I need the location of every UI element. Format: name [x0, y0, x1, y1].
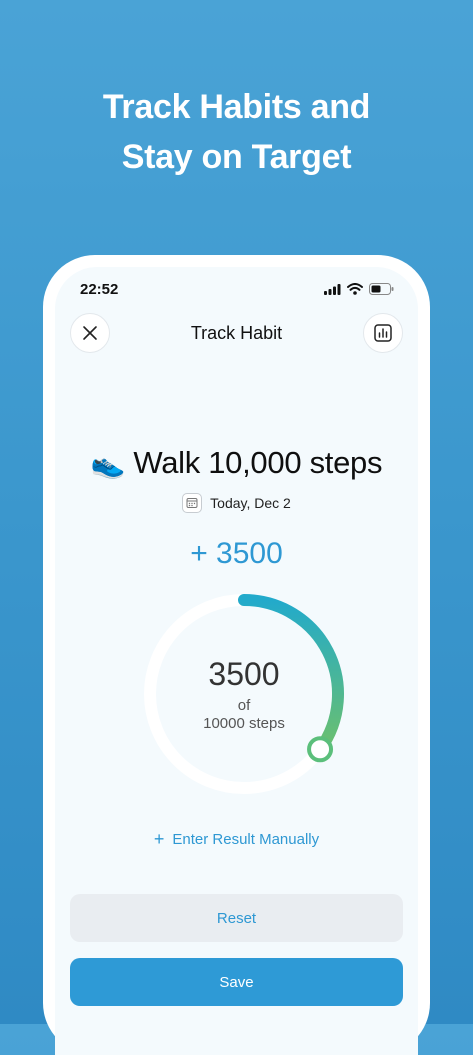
- stats-button[interactable]: [363, 313, 403, 353]
- date-selector[interactable]: Today, Dec 2: [55, 493, 418, 513]
- date-label: Today, Dec 2: [210, 495, 291, 511]
- headline-line-2: Stay on Target: [121, 138, 352, 176]
- status-bar: 22:52: [55, 267, 418, 307]
- calendar-icon: [182, 493, 203, 513]
- phone-frame: 22:52 Track Habit 👟 Walk 10,000 steps To…: [43, 255, 430, 1055]
- headline-line-1: Track Habits and: [102, 88, 371, 126]
- status-icons: [324, 283, 394, 295]
- progress-value: 3500: [208, 656, 280, 692]
- signal-icon: [324, 283, 341, 295]
- save-button[interactable]: Save: [70, 958, 403, 1006]
- plus-icon: +: [153, 829, 165, 849]
- habit-title: Walk 10,000 steps: [133, 445, 383, 480]
- progress-of-label: of: [237, 697, 251, 714]
- stats-chart-icon: [374, 324, 392, 342]
- enter-manually-label: Enter Result Manually: [172, 831, 320, 848]
- battery-icon: [369, 283, 394, 295]
- habit-title-row: 👟 Walk 10,000 steps: [55, 445, 418, 481]
- progress-ring[interactable]: 3500 of 10000 steps: [140, 590, 348, 798]
- app-screen: 22:52 Track Habit 👟 Walk 10,000 steps To…: [55, 267, 418, 1055]
- reset-button[interactable]: Reset: [70, 894, 403, 942]
- increment-value: + 3500: [190, 537, 283, 570]
- enter-manually-link[interactable]: + Enter Result Manually: [55, 829, 418, 850]
- wifi-icon: [347, 283, 363, 295]
- progress-center: 3500 of 10000 steps: [140, 590, 348, 798]
- headline: Track Habits and Stay on Target: [0, 82, 473, 182]
- status-time: 22:52: [80, 281, 119, 298]
- progress-goal: 10000 steps: [203, 715, 285, 732]
- sneaker-icon: 👟: [90, 448, 126, 479]
